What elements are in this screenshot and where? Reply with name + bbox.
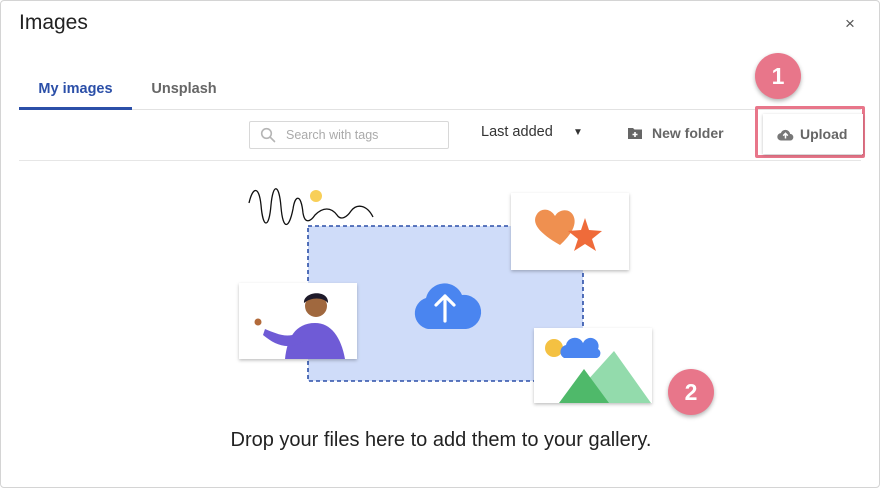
drop-illustration [239,188,652,403]
sort-label: Last added [481,124,553,140]
landscape-card [534,328,652,403]
cloud-upload-icon [777,129,794,141]
sun-dot-decoration [310,190,322,202]
search-input[interactable] [284,125,443,145]
images-dialog: Images × My images Unsplash Last added ▼… [0,0,880,488]
sort-dropdown[interactable]: Last added ▼ [481,124,583,144]
caret-down-icon: ▼ [573,127,583,138]
folder-plus-icon [628,128,642,139]
shapes-card [511,193,629,270]
upload-button[interactable]: Upload [763,114,863,154]
annotation-badge-2: 2 [668,369,714,415]
tab-my-images[interactable]: My images [19,71,132,110]
new-folder-label: New folder [652,125,724,141]
person-card [239,283,357,359]
search-box[interactable] [249,121,449,149]
tab-unsplash[interactable]: Unsplash [139,71,229,107]
upload-label: Upload [800,126,848,142]
drop-zone-message: Drop your files here to add them to your… [230,429,652,451]
dialog-title: Images [19,11,88,34]
toolbar-divider [19,160,861,161]
search-icon [260,127,276,143]
tab-bar: My images Unsplash [19,71,861,110]
close-icon[interactable]: × [839,13,861,35]
annotation-badge-1: 1 [755,53,801,99]
